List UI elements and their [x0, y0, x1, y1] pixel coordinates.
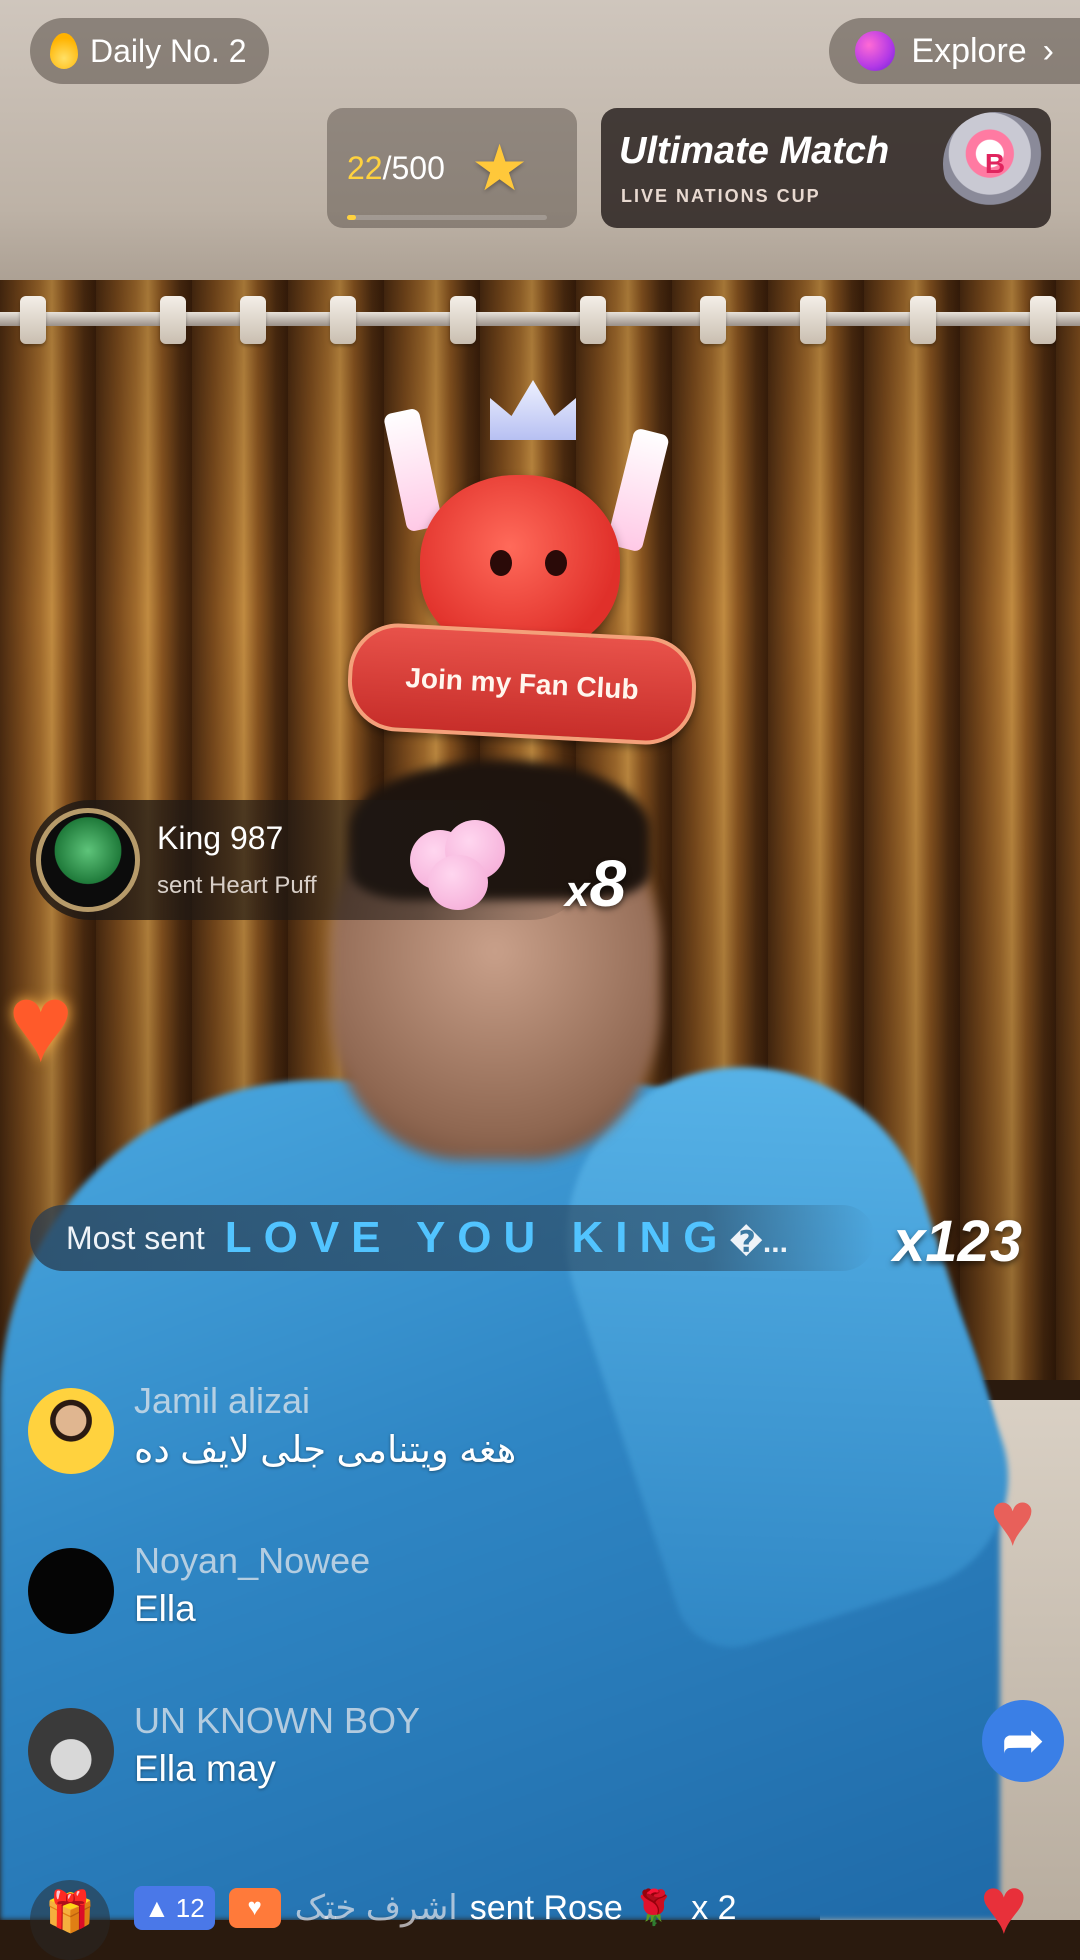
like-heart-icon[interactable]: ♥	[980, 1866, 1028, 1946]
goal-current: 22	[347, 149, 383, 186]
curtain-ring	[240, 296, 266, 344]
rose-icon: 🌹	[632, 1889, 676, 1927]
match-subtitle: LIVE NATIONS CUP	[621, 186, 821, 206]
gift-sender-name: King 987	[157, 820, 284, 856]
share-arrow-icon: ➦	[1001, 1712, 1045, 1770]
gift-notification[interactable]: King 987 sent Heart Puff	[30, 800, 590, 920]
comment-item[interactable]: UN KNOWN BOY Ella may	[28, 1700, 748, 1820]
mascot-eye	[490, 550, 512, 576]
most-sent-banner: Most sent LOVE YOU KING�...	[30, 1205, 875, 1271]
heart-puff-icon	[400, 810, 510, 910]
goal-progress-fill	[347, 215, 356, 220]
gift-box-icon: 🎁	[45, 1890, 95, 1934]
curtain-ring	[20, 296, 46, 344]
curtain-ring	[160, 296, 186, 344]
curtain-ring	[910, 296, 936, 344]
explore-orb-icon	[855, 31, 896, 71]
like-heart-icon: ♥	[990, 1477, 1036, 1562]
explore-label: Explore	[911, 31, 1027, 70]
comment-message: هغه ویتنامی جلی لایف ده	[134, 1429, 517, 1470]
gift-sender-name: اشرف ختک	[294, 1889, 458, 1927]
most-sent-gift-name: LOVE YOU KING	[224, 1213, 730, 1262]
most-sent-gift-text: LOVE YOU KING�...	[225, 1213, 788, 1263]
commenter-avatar[interactable]	[28, 1388, 114, 1474]
gift-description: sent Heart Puff	[157, 872, 317, 899]
glow-stick-icon	[382, 407, 444, 533]
user-level: 12	[175, 1892, 205, 1923]
crown-icon	[490, 380, 576, 440]
match-title: Ultimate Match	[619, 130, 890, 172]
sender-avatar[interactable]	[36, 808, 140, 912]
flame-icon	[50, 33, 78, 69]
gift-multiplier: x8	[565, 845, 626, 921]
multiplier-value: 8	[589, 846, 627, 920]
glow-stick-icon	[606, 427, 670, 553]
comment-username[interactable]: UN KNOWN BOY	[134, 1700, 420, 1742]
curtain-ring	[800, 296, 826, 344]
comment-username[interactable]: Jamil alizai	[134, 1380, 310, 1422]
goal-total: /500	[382, 149, 445, 186]
curtain-ring	[1030, 296, 1056, 344]
comment-message: Ella may	[134, 1748, 276, 1789]
star-goal-progress[interactable]: 22/500 ★	[327, 108, 577, 228]
gift-sent-text: sent Rose	[469, 1888, 623, 1927]
daily-rank-pill[interactable]: Daily No. 2	[30, 18, 269, 84]
comment-item[interactable]: Jamil alizai هغه ویتنامی جلی لایف ده	[28, 1380, 748, 1500]
floating-heart-icon: ♥	[8, 962, 74, 1085]
curtain-ring	[330, 296, 356, 344]
commenter-avatar[interactable]	[28, 1548, 114, 1634]
gift-button[interactable]: 🎁	[30, 1880, 110, 1960]
ultimate-match-banner[interactable]: Ultimate Match LIVE NATIONS CUP B	[601, 108, 1051, 228]
curtain-ring	[700, 296, 726, 344]
most-sent-label: Most sent	[66, 1219, 205, 1256]
puff-blob	[428, 855, 488, 910]
comment-message: Ella	[134, 1588, 196, 1629]
most-sent-multiplier: x123	[893, 1209, 1023, 1274]
fan-club-sticker[interactable]: Join my Fan Club	[340, 380, 700, 760]
mascot-eye	[545, 550, 567, 576]
gift-activity-line: ▲ 12 ♥ اشرف ختک sent Rose 🌹 x 2	[134, 1886, 737, 1930]
comment-username[interactable]: Noyan_Nowee	[134, 1540, 370, 1582]
curtain-ring	[580, 296, 606, 344]
user-level-badge: ▲ 12	[134, 1886, 215, 1930]
level-triangle-icon: ▲	[144, 1892, 170, 1923]
most-sent-ellipsis: �...	[729, 1226, 788, 1259]
fan-badge-icon: ♥	[228, 1888, 281, 1928]
match-badge-icon: B	[943, 112, 1047, 216]
daily-rank-label: Daily No. 2	[90, 32, 247, 69]
comment-item[interactable]: Noyan_Nowee Ella	[28, 1540, 748, 1660]
join-fan-club-button[interactable]: Join my Fan Club	[345, 620, 699, 748]
gift-count: x 2	[691, 1888, 737, 1927]
share-button[interactable]: ➦	[982, 1700, 1064, 1782]
chevron-right-icon: ›	[1042, 31, 1054, 70]
goal-count: 22/500	[347, 150, 445, 187]
goal-progress-bar	[347, 215, 547, 220]
star-icon: ★	[470, 131, 529, 204]
explore-button[interactable]: Explore ›	[829, 18, 1080, 84]
multiplier-prefix: x	[565, 867, 590, 916]
curtain-ring	[450, 296, 476, 344]
commenter-avatar[interactable]	[28, 1708, 114, 1794]
